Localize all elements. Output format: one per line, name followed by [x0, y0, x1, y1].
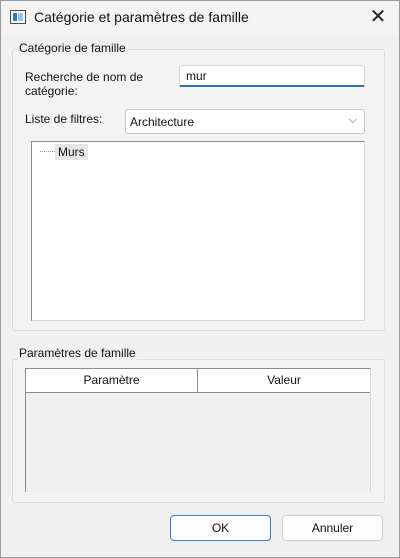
tree-connector-line — [40, 151, 55, 152]
dialog-title: Catégorie et paramètres de famille — [34, 9, 249, 25]
ok-button[interactable]: OK — [170, 515, 271, 541]
column-header-parametre[interactable]: Paramètre — [26, 369, 198, 392]
filter-list-label: Liste de filtres: — [25, 112, 103, 126]
grid-header: Paramètre Valeur — [26, 369, 370, 393]
title-bar: Catégorie et paramètres de famille ✕ — [1, 1, 399, 34]
parameters-group-label: Paramètres de famille — [18, 346, 137, 360]
chevron-down-icon: ⌵ — [348, 113, 357, 126]
category-search-input[interactable] — [179, 65, 365, 87]
filter-selected-value: Architecture — [130, 115, 195, 129]
cancel-button[interactable]: Annuler — [282, 515, 383, 541]
app-icon-part — [13, 13, 17, 21]
app-icon-part — [18, 13, 23, 21]
parameters-grid[interactable]: Paramètre Valeur — [25, 368, 371, 492]
filter-list-dropdown[interactable]: Architecture ⌵ — [125, 109, 365, 134]
app-icon — [10, 10, 26, 24]
tree-item-murs[interactable]: Murs — [55, 144, 88, 160]
category-group-label: Catégorie de famille — [18, 41, 127, 55]
column-header-valeur[interactable]: Valeur — [198, 369, 370, 392]
category-tree[interactable]: Murs — [31, 141, 365, 321]
search-label: Recherche de nom de catégorie: — [25, 70, 144, 98]
close-icon[interactable]: ✕ — [363, 4, 393, 30]
